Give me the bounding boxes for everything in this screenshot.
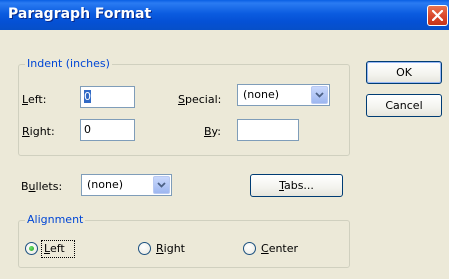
align-right-radio-circle[interactable] [138,242,151,255]
close-button[interactable] [427,5,448,26]
right-indent-input[interactable]: 0 [80,119,135,141]
indent-group: Indent (inches) [18,57,350,156]
align-left-label: Left [44,242,65,255]
alignment-group-label: Alignment [25,213,86,226]
right-indent-label: Right: [22,125,55,138]
bullets-dropdown-value: (none) [87,178,124,191]
paragraph-format-dialog: Paragraph Format Indent (inches) Left: 0… [0,0,449,279]
special-label: Special: [178,93,222,106]
bullets-label: Bullets: [21,180,63,193]
cancel-button[interactable]: Cancel [366,94,442,117]
align-right-radio[interactable]: Right [138,240,208,258]
radio-selected-dot [29,246,34,251]
special-dropdown[interactable]: (none) [237,84,330,106]
indent-group-label: Indent (inches) [25,57,112,70]
by-label: By: [204,125,221,138]
by-input[interactable] [237,119,299,141]
tabs-button-label: Tabs... [279,179,314,192]
chevron-down-icon [315,92,324,98]
ok-button-label: OK [396,66,412,79]
bullets-dropdown[interactable]: (none) [81,174,172,196]
align-left-radio[interactable]: Left [25,240,85,258]
align-center-label: Center [261,242,299,255]
tabs-button[interactable]: Tabs... [250,174,343,197]
right-indent-value: 0 [84,123,91,136]
align-center-radio[interactable]: Center [243,240,323,258]
title-bar[interactable]: Paragraph Format [0,0,449,30]
bullets-dropdown-arrow[interactable] [153,176,170,194]
left-indent-value: 0 [84,90,91,103]
align-left-radio-circle[interactable] [25,242,38,255]
chevron-down-icon [157,182,166,188]
cancel-button-label: Cancel [385,99,423,112]
special-dropdown-arrow[interactable] [311,86,328,104]
align-center-radio-circle[interactable] [243,242,256,255]
special-dropdown-value: (none) [243,88,280,101]
left-indent-input[interactable]: 0 [80,86,135,108]
left-indent-label: Left: [22,93,47,106]
window-title: Paragraph Format [8,6,152,22]
align-right-label: Right [156,242,185,255]
ok-button[interactable]: OK [366,61,442,84]
close-icon [432,10,443,21]
